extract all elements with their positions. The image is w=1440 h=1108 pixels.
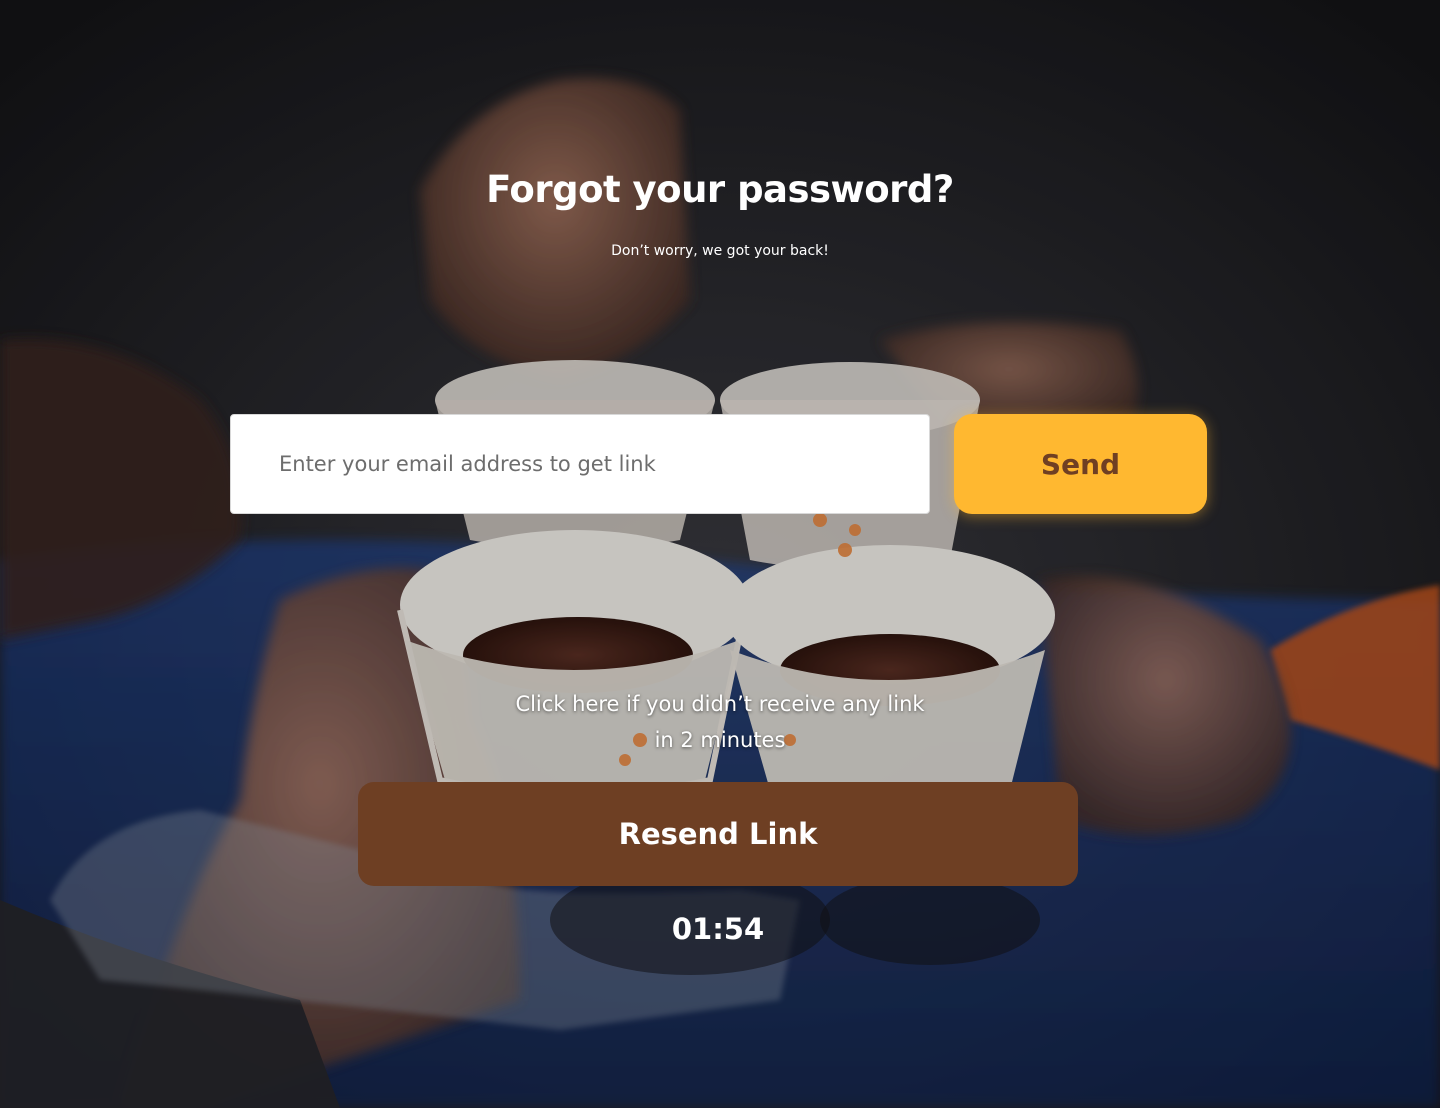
resend-hint-line1: Click here if you didn’t receive any lin…	[515, 692, 925, 716]
resend-link-button[interactable]: Resend Link	[358, 782, 1078, 886]
page-title: Forgot your password?	[486, 168, 954, 211]
page-subtitle: Don’t worry, we got your back!	[611, 243, 829, 259]
email-input[interactable]	[230, 414, 930, 514]
send-button[interactable]: Send	[954, 414, 1207, 514]
forgot-password-panel: Forgot your password? Don’t worry, we go…	[0, 0, 1440, 1108]
resend-hint-line2: in 2 minutes	[654, 728, 786, 752]
countdown-timer: 01:54	[671, 912, 765, 946]
resend-hint: Click here if you didn’t receive any lin…	[470, 686, 970, 758]
